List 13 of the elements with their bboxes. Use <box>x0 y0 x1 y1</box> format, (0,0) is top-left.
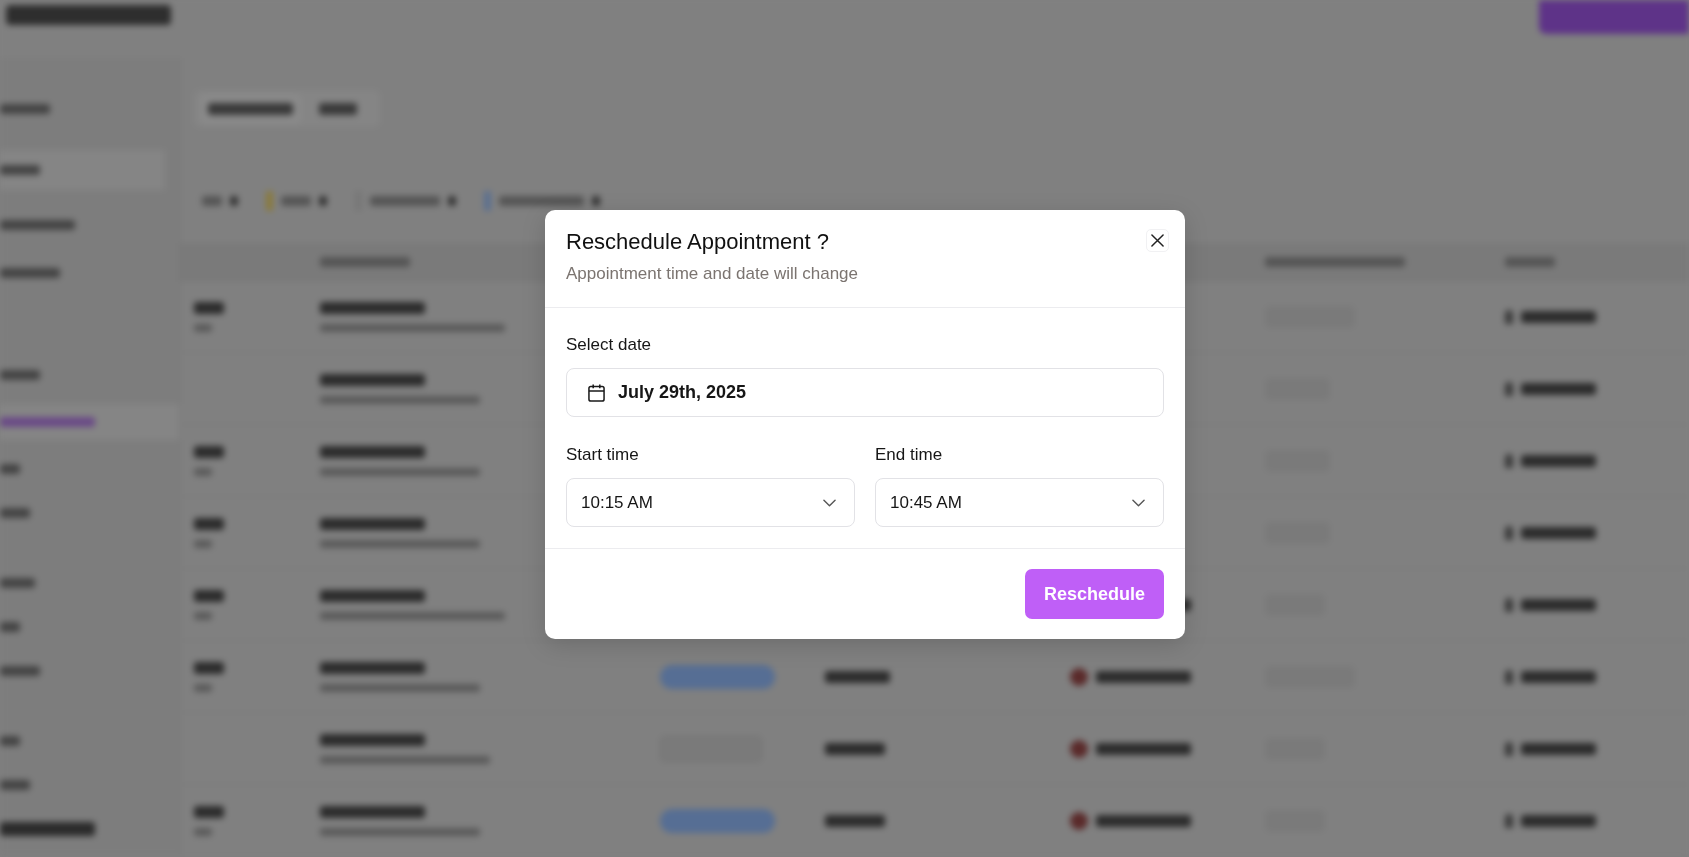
close-icon <box>1151 234 1164 247</box>
field-label: Start time <box>566 444 640 466</box>
field-label: End time <box>875 444 944 466</box>
chevron-down-icon <box>1132 498 1145 507</box>
time-select[interactable]: 10:15 AM <box>566 478 855 527</box>
dialog-title: Reschedule Appointment ? <box>566 228 830 256</box>
field-label: Select date <box>566 334 653 356</box>
calendar-icon <box>588 383 605 402</box>
chevron-down-icon <box>823 498 836 507</box>
time-select[interactable]: 10:45 AM <box>875 478 1164 527</box>
dialog-subtitle: Appointment time and date will change <box>566 263 858 285</box>
date-picker-field[interactable]: July 29th, 2025 <box>566 368 1164 417</box>
close-button[interactable] <box>1146 229 1169 252</box>
